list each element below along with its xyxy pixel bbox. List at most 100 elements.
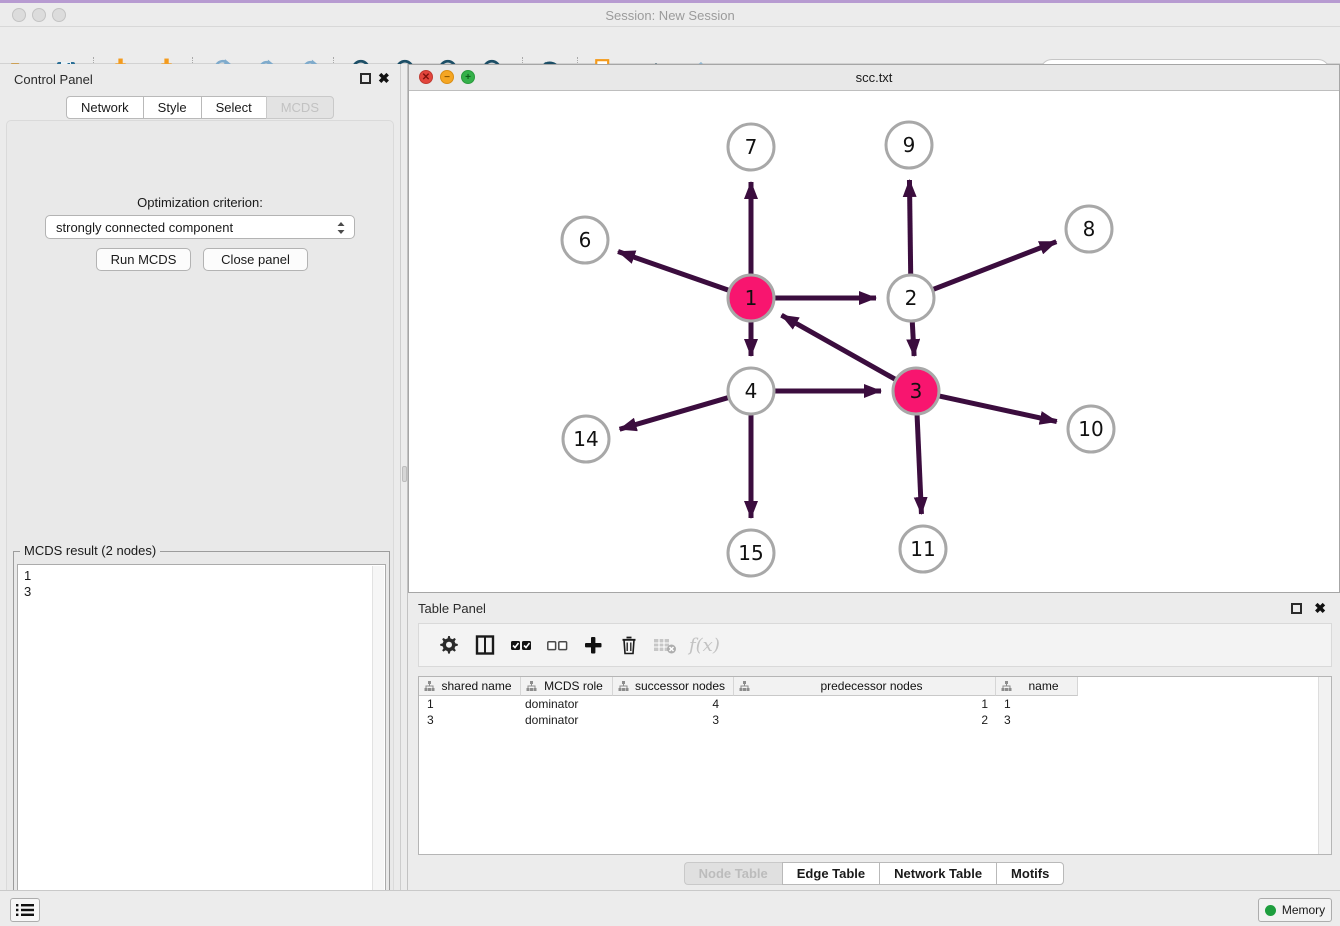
add-icon (583, 635, 603, 655)
node-2[interactable]: 2 (888, 275, 934, 321)
mcds-result-title: MCDS result (2 nodes) (20, 543, 160, 558)
add-column-button[interactable] (575, 630, 611, 660)
table-toolbar: f(x) (418, 623, 1332, 667)
control-panel-tabs: NetworkStyleSelectMCDS (0, 96, 400, 119)
tab-select[interactable]: Select (201, 96, 266, 119)
node-label: 1 (745, 286, 758, 310)
column-header-predecessor-nodes[interactable]: predecessor nodes (734, 677, 996, 696)
node-7[interactable]: 7 (728, 124, 774, 170)
node-8[interactable]: 8 (1066, 206, 1112, 252)
mcds-panel: Optimization criterion: strongly connect… (6, 120, 394, 926)
node-label: 15 (738, 541, 763, 565)
memory-label: Memory (1282, 903, 1325, 917)
optimization-dropdown-value: strongly connected component (56, 220, 233, 235)
node-15[interactable]: 15 (728, 530, 774, 576)
node-label: 7 (745, 135, 758, 159)
network-graph-canvas[interactable]: 1 2 3 4 6 7 8 9 10 11 14 15 (409, 91, 1339, 592)
float-panel-icon[interactable] (1291, 603, 1302, 614)
table-cell[interactable]: dominator (521, 696, 613, 712)
edge-4-14[interactable] (620, 398, 728, 430)
result-scrollbar[interactable] (372, 566, 384, 925)
edge-1-6[interactable] (618, 252, 728, 291)
table-tab-network-table[interactable]: Network Table (879, 862, 996, 885)
table-cell[interactable]: dominator (521, 712, 613, 728)
node-label: 10 (1078, 417, 1103, 441)
edge-3-10[interactable] (939, 396, 1056, 421)
unselect-all-columns-button[interactable] (539, 630, 575, 660)
node-11[interactable]: 11 (900, 526, 946, 572)
column-chooser-button[interactable] (467, 630, 503, 660)
select-all-columns-button[interactable] (503, 630, 539, 660)
table-cell[interactable]: 1 (419, 696, 521, 712)
task-history-button[interactable] (10, 898, 40, 922)
table-panel: Table Panel ✖ (408, 597, 1340, 890)
table-tab-node-table[interactable]: Node Table (684, 862, 782, 885)
table-cell[interactable]: 3 (613, 712, 734, 728)
window-title: Session: New Session (0, 8, 1340, 23)
node-label: 6 (579, 228, 592, 252)
splitter-grip[interactable] (402, 466, 407, 482)
node-4[interactable]: 4 (728, 368, 774, 414)
network-view-title: scc.txt (409, 70, 1339, 85)
column-label: successor nodes (635, 679, 725, 693)
node-table[interactable]: shared name MCDS role successor nodes prede… (418, 676, 1332, 855)
node-label: 3 (910, 379, 923, 403)
mcds-result-text[interactable]: 1 3 (17, 564, 386, 926)
columns-icon (475, 635, 495, 655)
optimization-label: Optimization criterion: (7, 195, 393, 210)
function-builder-button[interactable]: f(x) (689, 635, 720, 656)
table-cell[interactable]: 3 (996, 712, 1078, 728)
table-panel-tabs: Node TableEdge TableNetwork TableMotifs (408, 862, 1340, 885)
table-tab-motifs[interactable]: Motifs (996, 862, 1064, 885)
node-6[interactable]: 6 (562, 217, 608, 263)
node-3[interactable]: 3 (893, 368, 939, 414)
table-cell[interactable]: 3 (419, 712, 521, 728)
optimization-dropdown[interactable]: strongly connected component (45, 215, 355, 239)
close-panel-icon[interactable]: ✖ (378, 70, 390, 87)
run-mcds-button[interactable]: Run MCDS (96, 248, 191, 271)
column-header-name[interactable]: name (996, 677, 1078, 696)
vertical-splitter[interactable] (400, 64, 408, 890)
mcds-result-lines: 1 3 (24, 568, 31, 599)
tab-network[interactable]: Network (66, 96, 143, 119)
memory-button[interactable]: Memory (1258, 898, 1332, 922)
delete-column-button[interactable] (611, 630, 647, 660)
node-label: 11 (910, 537, 935, 561)
float-panel-icon[interactable] (360, 73, 371, 84)
table-cell[interactable]: 4 (613, 696, 734, 712)
tab-style[interactable]: Style (143, 96, 201, 119)
close-panel-icon[interactable]: ✖ (1314, 600, 1326, 617)
table-cell[interactable]: 1 (734, 696, 996, 712)
column-header-shared-name[interactable]: shared name (419, 677, 521, 696)
edge-2-8[interactable] (933, 242, 1056, 290)
delete-table-icon (653, 635, 677, 655)
network-view-titlebar[interactable]: ✕ − + scc.txt (409, 65, 1339, 91)
table-tab-edge-table[interactable]: Edge Table (782, 862, 879, 885)
node-1[interactable]: 1 (728, 275, 774, 321)
node-10[interactable]: 10 (1068, 406, 1114, 452)
edge-2-9[interactable] (909, 180, 910, 274)
network-view-window: ✕ − + scc.txt 1 2 3 4 6 7 8 9 10 11 14 15 (408, 64, 1340, 593)
edge-2-3[interactable] (912, 322, 914, 356)
tab-mcds[interactable]: MCDS (266, 96, 334, 119)
column-header-successor-nodes[interactable]: successor nodes (613, 677, 734, 696)
column-label: shared name (441, 679, 511, 693)
node-9[interactable]: 9 (886, 122, 932, 168)
table-row[interactable]: 1dominator411 (419, 696, 1331, 712)
node-label: 4 (745, 379, 758, 403)
table-cell[interactable]: 2 (734, 712, 996, 728)
column-header-mcds-role[interactable]: MCDS role (521, 677, 613, 696)
checked-boxes-icon (510, 635, 532, 655)
node-14[interactable]: 14 (563, 416, 609, 462)
edge-3-11[interactable] (917, 415, 921, 514)
table-row[interactable]: 3dominator323 (419, 712, 1331, 728)
trash-icon (619, 635, 639, 655)
table-body: 1dominator4113dominator323 (419, 696, 1331, 728)
settings-gear-button[interactable] (431, 630, 467, 660)
close-panel-button[interactable]: Close panel (203, 248, 308, 271)
table-cell[interactable]: 1 (996, 696, 1078, 712)
column-label: MCDS role (544, 679, 603, 693)
edge-3-1[interactable] (781, 315, 895, 379)
delete-table-button[interactable] (647, 630, 683, 660)
table-scrollbar[interactable] (1318, 677, 1331, 854)
